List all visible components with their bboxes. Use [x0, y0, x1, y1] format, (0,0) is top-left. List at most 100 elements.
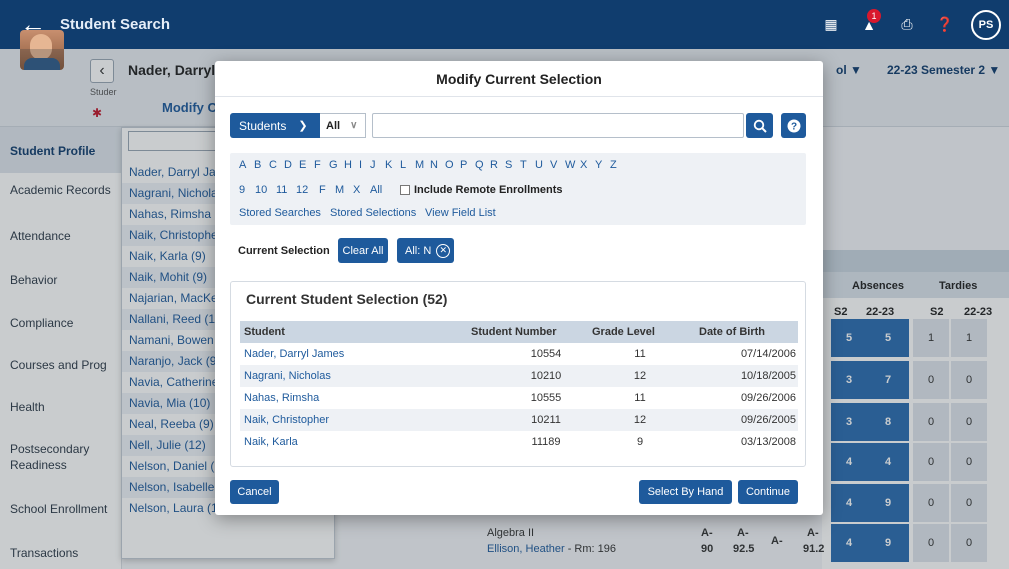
letter-filter-m[interactable]: M [415, 159, 424, 171]
page-title: Student Search [60, 16, 171, 33]
scope-dropdown[interactable]: All ∨ [320, 113, 366, 138]
letter-filter-v[interactable]: V [550, 159, 557, 171]
filter-all[interactable]: All [370, 184, 382, 196]
notification-badge: 1 [867, 8, 881, 23]
letter-filter-n[interactable]: N [430, 159, 438, 171]
selection-filter-pill[interactable]: All: N ✕ [397, 238, 454, 263]
clear-all-button[interactable]: Clear All [338, 238, 388, 263]
view-field-list-link[interactable]: View Field List [425, 207, 496, 219]
grade-filter-11[interactable]: 11 [276, 184, 287, 196]
table-cell: 09/26/2005 [740, 414, 796, 426]
table-cell: 12 [633, 414, 647, 426]
current-selection-panel: Current Student Selection (52) Student S… [230, 281, 806, 467]
table-cell: 10210 [530, 370, 562, 382]
table-cell: 12 [633, 370, 647, 382]
filter-female[interactable]: F [319, 184, 326, 196]
table-cell: 09/26/2006 [740, 392, 796, 404]
include-remote-checkbox[interactable] [400, 185, 410, 195]
letter-filter-p[interactable]: P [460, 159, 467, 171]
table-cell: 10554 [530, 348, 562, 360]
col-student-number[interactable]: Student Number [471, 326, 557, 338]
table-cell: 11189 [531, 436, 561, 448]
top-bar: ← Student Search ▦ ▲ 1 ⎙ ❓ PS [0, 0, 1009, 49]
stored-selections-link[interactable]: Stored Selections [330, 207, 416, 219]
table-cell: 11 [634, 392, 646, 404]
search-input[interactable] [372, 113, 744, 138]
alert-icon[interactable]: ▲ 1 [857, 8, 881, 37]
modify-selection-dialog: Modify Current Selection Students ❯ All ∨ … [215, 61, 823, 515]
search-type-dropdown[interactable]: Students ❯ [230, 113, 320, 138]
letter-filter-e[interactable]: E [299, 159, 306, 171]
help-icon[interactable]: ❓ [933, 13, 957, 37]
svg-text:?: ? [790, 121, 796, 132]
table-cell: 03/13/2008 [740, 436, 796, 448]
letter-filter-y[interactable]: Y [595, 159, 602, 171]
letter-filter-g[interactable]: G [329, 159, 338, 171]
help-button[interactable]: ? [781, 113, 806, 138]
translate-icon[interactable]: ▦ [819, 13, 843, 37]
selection-panel-title: Current Student Selection (52) [246, 291, 448, 307]
letter-filter-a[interactable]: A [239, 159, 246, 171]
col-grade-level[interactable]: Grade Level [592, 326, 655, 338]
dialog-title: Modify Current Selection [215, 61, 823, 97]
table-cell: 10555 [530, 392, 562, 404]
table-cell: 11 [634, 348, 646, 360]
letter-filter-j[interactable]: J [370, 159, 376, 171]
student-link[interactable]: Nader, Darryl James [244, 348, 344, 360]
table-row[interactable]: Nader, Darryl James 10554 11 07/14/2006 [240, 343, 798, 365]
close-icon[interactable]: ✕ [436, 243, 451, 258]
col-date-of-birth[interactable]: Date of Birth [699, 326, 765, 338]
cancel-button[interactable]: Cancel [230, 480, 279, 504]
letter-filter-i[interactable]: I [359, 159, 362, 171]
table-cell: 10/18/2005 [740, 370, 796, 382]
print-icon[interactable]: ⎙ [895, 13, 919, 37]
table-row[interactable]: Naik, Karla 11189 9 03/13/2008 [240, 431, 798, 453]
letter-filter-d[interactable]: D [284, 159, 292, 171]
filter-male[interactable]: M [335, 184, 344, 196]
help-icon: ? [787, 119, 800, 132]
student-link[interactable]: Nahas, Rimsha [244, 392, 319, 404]
letter-filter-o[interactable]: O [445, 159, 454, 171]
letter-filter-q[interactable]: Q [475, 159, 484, 171]
table-row[interactable]: Nahas, Rimsha 10555 11 09/26/2006 [240, 387, 798, 409]
topbar-icons: ▦ ▲ 1 ⎙ ❓ PS [819, 0, 1009, 49]
student-link[interactable]: Nagrani, Nicholas [244, 370, 331, 382]
table-row[interactable]: Naik, Christopher 10211 12 09/26/2005 [240, 409, 798, 431]
letter-filter-l[interactable]: L [400, 159, 406, 171]
letter-filter-k[interactable]: K [385, 159, 392, 171]
grade-filter-9[interactable]: 9 [239, 184, 245, 196]
letter-filter-z[interactable]: Z [610, 159, 617, 171]
filter-panel: ABCDEFGHIJKLMNOPQRSTUVWXYZ 9 10 11 12 F … [230, 153, 806, 225]
letter-filter-t[interactable]: T [520, 159, 527, 171]
letter-filter-s[interactable]: S [505, 159, 512, 171]
student-link[interactable]: Naik, Karla [244, 436, 298, 448]
letter-filter-c[interactable]: C [269, 159, 277, 171]
letter-filter-h[interactable]: H [344, 159, 352, 171]
stored-searches-link[interactable]: Stored Searches [239, 207, 321, 219]
col-student[interactable]: Student [244, 326, 285, 338]
search-icon [753, 119, 767, 133]
letter-filter-r[interactable]: R [490, 159, 498, 171]
letter-filter-u[interactable]: U [535, 159, 543, 171]
include-remote-label: Include Remote Enrollments [414, 184, 563, 196]
chevron-down-icon: ❯ [298, 120, 308, 132]
letter-filter-f[interactable]: F [314, 159, 321, 171]
select-by-hand-button[interactable]: Select By Hand [639, 480, 732, 504]
search-button[interactable] [746, 113, 773, 138]
table-header: Student Student Number Grade Level Date … [240, 321, 798, 343]
table-cell: 9 [636, 436, 644, 448]
grade-filter-10[interactable]: 10 [255, 184, 267, 196]
continue-button[interactable]: Continue [738, 480, 798, 504]
letter-filter-b[interactable]: B [254, 159, 261, 171]
table-row[interactable]: Nagrani, Nicholas 10210 12 10/18/2005 [240, 365, 798, 387]
current-selection-label: Current Selection [238, 245, 330, 257]
student-link[interactable]: Naik, Christopher [244, 414, 329, 426]
table-cell: 10211 [531, 414, 561, 426]
user-avatar[interactable]: PS [971, 9, 1001, 40]
table-cell: 07/14/2006 [740, 348, 796, 360]
letter-filter-x[interactable]: X [580, 159, 587, 171]
grade-filter-12[interactable]: 12 [296, 184, 308, 196]
letter-filter-w[interactable]: W [565, 159, 575, 171]
filter-x[interactable]: X [353, 184, 360, 196]
chevron-down-icon: ∨ [350, 120, 358, 131]
